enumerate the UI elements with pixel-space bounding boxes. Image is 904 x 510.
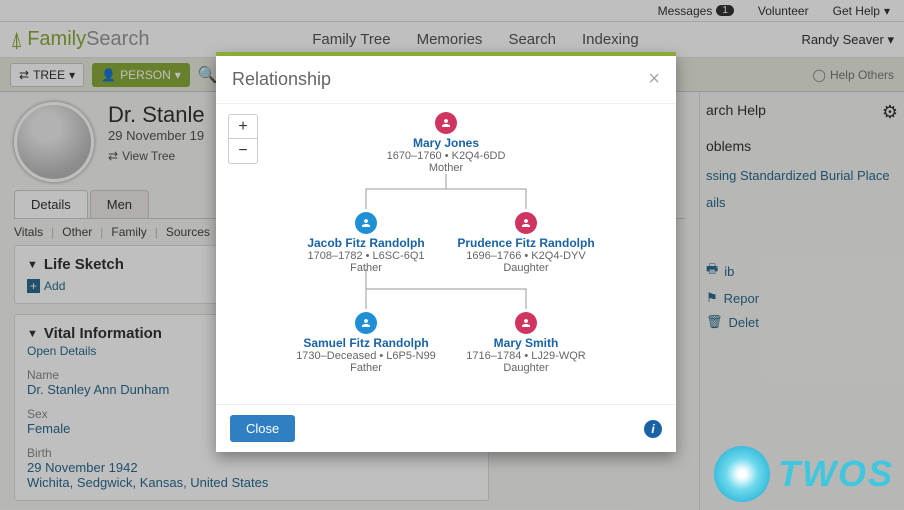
person-link[interactable]: Mary Jones xyxy=(366,136,526,150)
tree-node: Jacob Fitz Randolph 1708–1782 • L6SC-6Q1… xyxy=(286,212,446,274)
twos-watermark: TWOS xyxy=(714,446,894,502)
close-button[interactable]: Close xyxy=(230,415,295,442)
person-link[interactable]: Jacob Fitz Randolph xyxy=(286,236,446,250)
lightbulb-icon xyxy=(714,446,770,502)
tree-node: Prudence Fitz Randolph 1696–1766 • K2Q4-… xyxy=(446,212,606,274)
female-icon xyxy=(515,312,537,334)
info-icon[interactable]: i xyxy=(644,420,662,438)
person-link[interactable]: Prudence Fitz Randolph xyxy=(446,236,606,250)
modal-title: Relationship xyxy=(232,69,331,90)
male-icon xyxy=(355,212,377,234)
tree-node: Samuel Fitz Randolph 1730–Deceased • L6P… xyxy=(286,312,446,374)
person-link[interactable]: Mary Smith xyxy=(446,336,606,350)
tree-node: Mary Jones 1670–1760 • K2Q4-6DD Mother xyxy=(366,112,526,174)
relationship-modal: Relationship × + − Mary Jones 1670–1760 … xyxy=(216,52,676,452)
close-icon[interactable]: × xyxy=(648,68,660,91)
male-icon xyxy=(355,312,377,334)
female-icon xyxy=(515,212,537,234)
tree-node: Mary Smith 1716–1784 • LJ29-WQR Daughter xyxy=(446,312,606,374)
female-icon xyxy=(435,112,457,134)
twos-text: TWOS xyxy=(778,453,894,495)
person-link[interactable]: Samuel Fitz Randolph xyxy=(286,336,446,350)
